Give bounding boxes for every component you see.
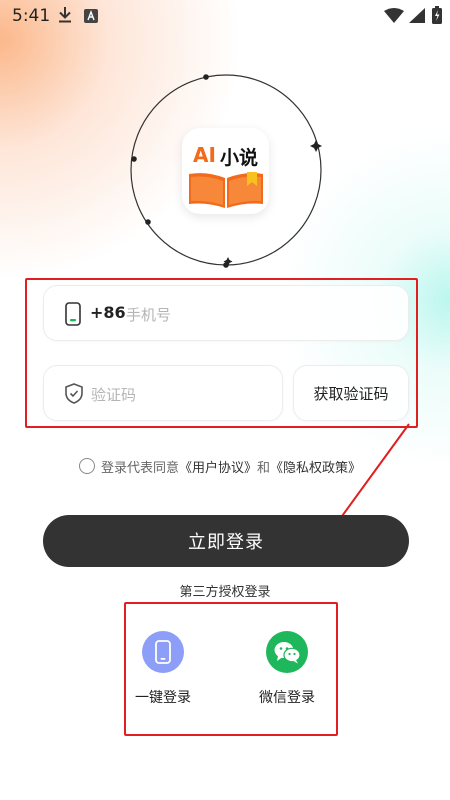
wechat-login-label[interactable]: 微信登录: [247, 687, 327, 707]
agreement-prefix: 登录代表同意: [101, 461, 180, 476]
login-button-label: 立即登录: [188, 532, 264, 553]
phone-icon: [155, 640, 171, 664]
wechat-icon: [274, 642, 301, 664]
one-click-login-button[interactable]: [142, 631, 184, 673]
one-click-login-label[interactable]: 一键登录: [123, 687, 203, 707]
user-agreement-link[interactable]: 《用户协议》: [179, 461, 257, 476]
login-button[interactable]: 立即登录: [43, 515, 409, 567]
third-party-title: 第三方授权登录: [179, 585, 271, 600]
annotation-arrow: [324, 423, 410, 541]
agreement-and: 和: [257, 461, 271, 476]
agree-checkbox[interactable]: [79, 458, 95, 474]
wechat-login-button[interactable]: [266, 631, 308, 673]
agreement-text: 登录代表同意《用户协议》和《隐私权政策》: [101, 457, 361, 476]
privacy-policy-link[interactable]: 《隐私权政策》: [270, 461, 361, 476]
